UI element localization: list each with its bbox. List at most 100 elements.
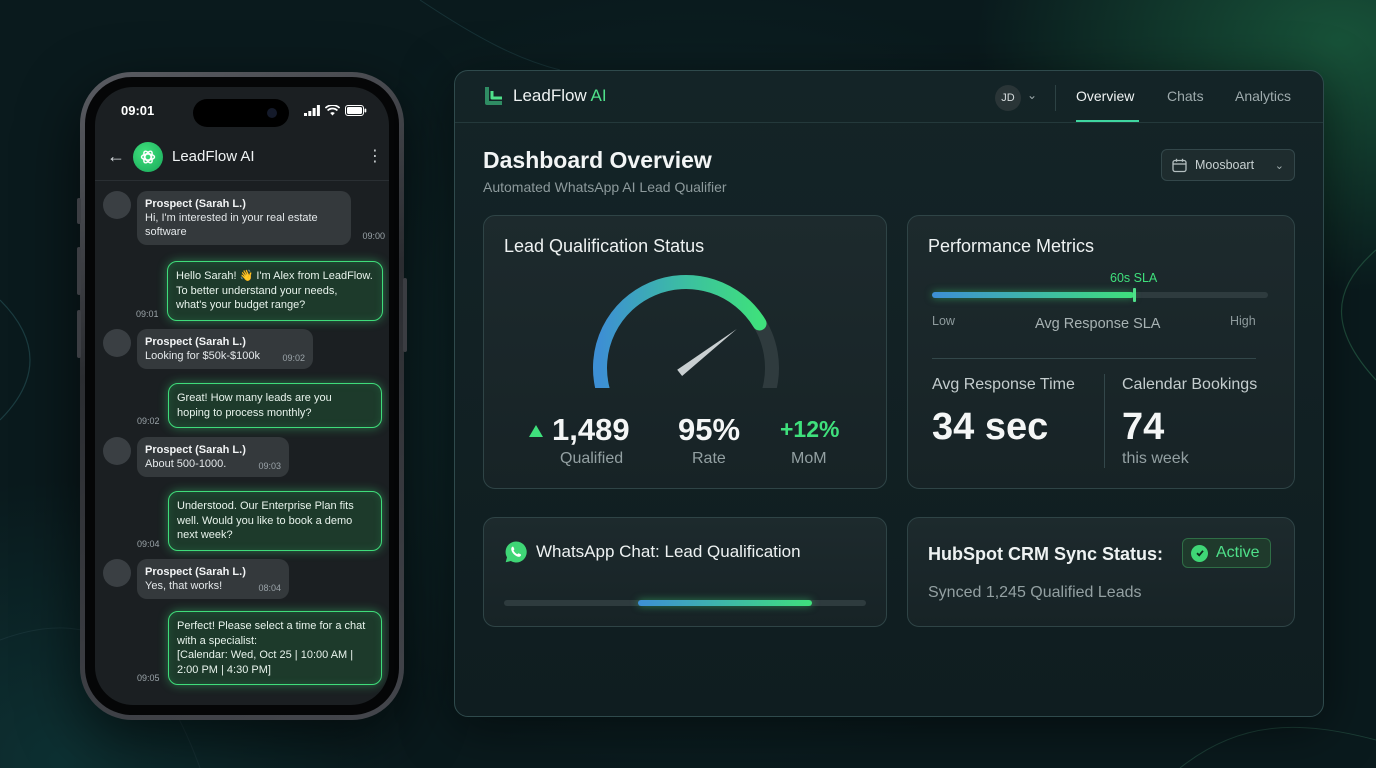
- message-text-line: Perfect! Please select a time for a chat: [177, 620, 366, 632]
- phone-mute-switch: [77, 198, 81, 224]
- card-title: Lead Qualification Status: [504, 236, 705, 256]
- performance-metrics-card[interactable]: Performance Metrics 60s SLA Low Avg Resp…: [907, 215, 1295, 489]
- message-bubble: Prospect (Sarah L.) Hi, I'm interested in…: [137, 191, 385, 245]
- message-bubble: Great! How many leads are you hoping to p…: [168, 383, 382, 428]
- gauge-needle: [677, 329, 737, 376]
- stat-mom-label: MoM: [791, 450, 827, 467]
- message-text-line: next week?: [177, 529, 233, 541]
- sync-subtitle: Synced 1,245 Qualified Leads: [928, 584, 1142, 601]
- more-options-icon[interactable]: ⋮: [367, 148, 383, 164]
- sla-label: 60s SLA: [1110, 271, 1158, 285]
- message-text-line: To better understand your needs,: [176, 284, 338, 297]
- phone-power-button: [403, 278, 407, 352]
- brand-name: LeadFlow: [513, 86, 587, 105]
- tab-overview[interactable]: Overview: [1076, 88, 1134, 104]
- message-bubble: Prospect (Sarah L.) Yes, that works! 08:04: [137, 559, 289, 599]
- bookings-unit: this week: [1122, 450, 1189, 467]
- message-bubble: Prospect (Sarah L.) About 500-1000. 09:03: [137, 437, 289, 477]
- whatsapp-icon: [505, 541, 527, 563]
- card-title: WhatsApp Chat: Lead Qualification: [536, 542, 801, 561]
- chat-progress-track: [504, 600, 866, 606]
- check-icon: [1191, 544, 1208, 562]
- incoming-message[interactable]: Prospect (Sarah L.) Looking for $50k-$100…: [103, 329, 313, 369]
- incoming-message[interactable]: Prospect (Sarah L.) Yes, that works! 08:04: [103, 559, 289, 599]
- message-text-line: Hi, I'm interested in your real estate: [145, 212, 318, 224]
- tab-chats[interactable]: Chats: [1167, 88, 1204, 104]
- outgoing-message[interactable]: Hello Sarah! 👋 I'm Alex from LeadFlow. To…: [136, 261, 383, 321]
- message-text-line: with a specialist:: [177, 634, 258, 647]
- user-avatar[interactable]: JD: [995, 85, 1021, 111]
- chat-title: LeadFlow AI: [172, 148, 255, 165]
- sla-caption: Avg Response SLA: [1035, 316, 1161, 332]
- sla-marker: [1132, 288, 1136, 302]
- stat-rate-value: 95%: [678, 412, 741, 447]
- chevron-down-icon[interactable]: ⌄: [1027, 88, 1037, 102]
- page-title: Dashboard Overview: [483, 147, 712, 173]
- cellular-signal-icon: [304, 104, 320, 116]
- sla-low-label: Low: [932, 314, 955, 328]
- phone-volume-up: [77, 247, 81, 295]
- message-bubble: Hello Sarah! 👋 I'm Alex from LeadFlow. To…: [167, 261, 383, 321]
- lead-qualification-card[interactable]: Lead Qualification Status 1,489 Qualifie…: [483, 215, 887, 489]
- phone-screen: 09:01 ← LeadFlow AI ⋮ Prospect (Sarah L.…: [95, 87, 389, 705]
- prospect-avatar: [103, 559, 131, 587]
- card-title: HubSpot CRM Sync Status:: [928, 544, 1164, 564]
- outgoing-message[interactable]: Understood. Our Enterprise Plan fits well…: [137, 491, 382, 551]
- message-timestamp: 09:00: [362, 231, 385, 241]
- tab-analytics[interactable]: Analytics: [1235, 88, 1291, 104]
- message-text-line: Looking for $50k-$100k: [145, 350, 260, 362]
- workspace-dropdown[interactable]: Moosboart ⌄: [1161, 149, 1295, 181]
- message-text-line: what's your budget range?: [176, 299, 306, 311]
- chat-header: ← LeadFlow AI ⋮: [95, 133, 389, 181]
- sla-fill: [932, 292, 1134, 298]
- message-text-line: 2:00 PM | 4:30 PM]: [177, 663, 271, 676]
- message-text-line: hoping to process monthly?: [177, 406, 312, 419]
- chevron-down-icon: ⌄: [1274, 159, 1284, 172]
- message-bubble: Perfect! Please select a time for a chat…: [168, 611, 382, 685]
- leadflow-avatar: [133, 141, 163, 172]
- response-time-title: Avg Response Time: [932, 376, 1075, 393]
- message-timestamp: 08:04: [258, 583, 281, 593]
- card-title: Performance Metrics: [928, 236, 1095, 256]
- message-timestamp: 09:01: [136, 308, 159, 319]
- brand-suffix: AI: [590, 86, 607, 105]
- prospect-avatar: [103, 329, 131, 357]
- sla-track: [932, 292, 1268, 298]
- openai-logo-icon: [140, 149, 156, 164]
- dashboard-window: LeadFlow AI JD ⌄ Overview Chats Analytic…: [454, 70, 1324, 717]
- outgoing-message[interactable]: Perfect! Please select a time for a chat…: [137, 611, 382, 685]
- bookings-title: Calendar Bookings: [1122, 376, 1258, 393]
- bookings-value: 74: [1122, 406, 1165, 448]
- chat-messages[interactable]: Prospect (Sarah L.) Hi, I'm interested in…: [95, 181, 389, 705]
- incoming-message[interactable]: Prospect (Sarah L.) About 500-1000. 09:03: [103, 437, 289, 477]
- dynamic-island: [193, 99, 289, 127]
- status-time: 09:01: [121, 102, 155, 118]
- battery-icon: [345, 104, 367, 116]
- message-text-line: Hello Sarah! 👋 I'm Alex from LeadFlow.: [176, 270, 373, 282]
- outgoing-message[interactable]: Great! How many leads are you hoping to p…: [137, 383, 382, 428]
- back-arrow-icon[interactable]: ←: [107, 146, 133, 167]
- active-tab-indicator: [1076, 120, 1139, 122]
- hubspot-sync-card[interactable]: HubSpot CRM Sync Status: Active Synced 1…: [907, 517, 1295, 627]
- brand[interactable]: LeadFlow AI: [483, 85, 607, 107]
- response-time-value: 34 sec: [932, 406, 1049, 448]
- qualification-gauge: [593, 275, 779, 388]
- message-timestamp: 09:02: [137, 416, 160, 426]
- prospect-avatar: [103, 191, 131, 219]
- whatsapp-chat-card[interactable]: WhatsApp Chat: Lead Qualification: [483, 517, 887, 627]
- topbar-divider: [1055, 85, 1056, 111]
- dropdown-value: Moosboart: [1195, 158, 1255, 172]
- incoming-message[interactable]: Prospect (Sarah L.) Hi, I'm interested in…: [103, 191, 385, 245]
- message-sender: Prospect (Sarah L.): [145, 566, 246, 578]
- stat-qualified-value: 1,489: [552, 412, 630, 447]
- message-text-line: software: [145, 226, 187, 238]
- page-subtitle: Automated WhatsApp AI Lead Qualifier: [483, 179, 727, 195]
- phone-mockup: 09:01 ← LeadFlow AI ⋮ Prospect (Sarah L.…: [77, 72, 407, 720]
- metrics-divider: [932, 358, 1256, 359]
- message-timestamp: 09:02: [282, 353, 305, 363]
- trend-up-icon: [529, 425, 543, 437]
- stat-rate-label: Rate: [692, 450, 726, 467]
- sla-high-label: High: [1230, 314, 1256, 328]
- calendar-icon: [1172, 158, 1187, 172]
- wifi-icon: [325, 104, 340, 115]
